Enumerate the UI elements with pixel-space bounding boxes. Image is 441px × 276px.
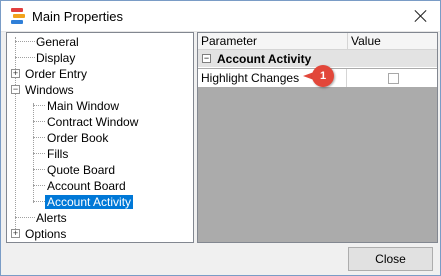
close-icon[interactable] (412, 7, 430, 25)
tree-line (33, 169, 45, 170)
collapse-minus-icon[interactable]: − (11, 85, 20, 94)
tree-item-quote-board[interactable]: Quote Board (47, 162, 115, 178)
value-column-header[interactable]: Value (348, 33, 381, 50)
tree-item-windows[interactable]: Windows (25, 82, 74, 98)
tree-line (33, 201, 45, 202)
highlight-changes-checkbox[interactable] (388, 73, 399, 84)
tree-line (15, 37, 16, 235)
callout-badge: 1 (303, 65, 336, 89)
tree-item-main-window[interactable]: Main Window (47, 98, 119, 114)
callout-number: 1 (312, 65, 334, 87)
tree-line (33, 121, 45, 122)
grid-header: Parameter Value (198, 33, 437, 50)
tree-item-order-book[interactable]: Order Book (47, 130, 108, 146)
tree-item-order-entry[interactable]: Order Entry (25, 66, 87, 82)
tree-item-alerts[interactable]: Alerts (36, 210, 67, 226)
app-logo-icon (11, 8, 25, 24)
parameter-column-header[interactable]: Parameter (198, 33, 257, 50)
tree-item-display[interactable]: Display (36, 50, 75, 66)
tree-line (33, 105, 45, 106)
tree-line (15, 41, 35, 42)
expand-plus-icon[interactable]: + (11, 229, 20, 238)
tree-line (33, 137, 45, 138)
tree-line (15, 217, 35, 218)
tree-item-options[interactable]: Options (25, 226, 66, 242)
title-bar: Main Properties (1, 1, 440, 32)
collapse-minus-icon[interactable]: − (202, 54, 211, 63)
tree-line (15, 57, 35, 58)
main-properties-window: Main Properties General Display + Order … (0, 0, 441, 276)
category-label: Account Activity (217, 52, 312, 66)
tree-item-general[interactable]: General (36, 34, 79, 50)
category-tree[interactable]: General Display + Order Entry − Windows … (6, 32, 194, 243)
tree-item-contract-window[interactable]: Contract Window (47, 114, 138, 130)
expand-plus-icon[interactable]: + (11, 69, 20, 78)
tree-item-account-board[interactable]: Account Board (47, 178, 126, 194)
tree-item-account-activity[interactable]: Account Activity (45, 194, 134, 210)
property-grid[interactable]: Parameter Value − Account Activity Highl… (197, 32, 438, 243)
tree-line (33, 185, 45, 186)
tree-item-fills[interactable]: Fills (47, 146, 68, 162)
tree-line (33, 153, 45, 154)
close-button[interactable]: Close (348, 247, 433, 271)
window-title: Main Properties (32, 9, 124, 24)
